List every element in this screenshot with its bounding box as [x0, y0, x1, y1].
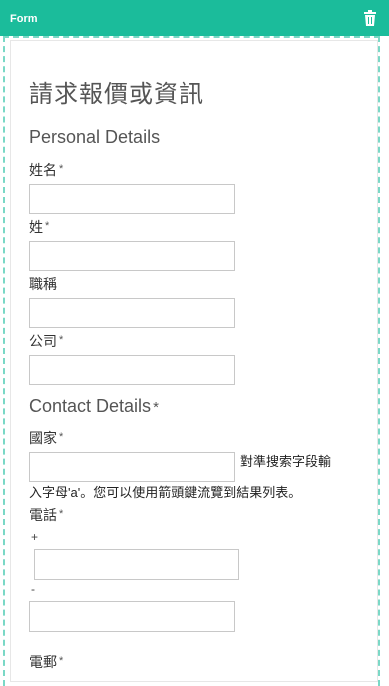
- email-label-text: 電郵: [29, 654, 57, 670]
- required-marker: *: [59, 163, 64, 175]
- section-personal-details: Personal Details: [29, 127, 161, 147]
- last-name-label-text: 姓: [29, 219, 43, 235]
- required-marker: *: [59, 431, 64, 443]
- section-contact-details-text: Contact Details: [29, 396, 152, 416]
- required-marker: *: [45, 220, 50, 232]
- page-title: 請求報價或資訊: [29, 80, 204, 108]
- required-marker: *: [59, 334, 64, 346]
- country-hint-line1: 對準搜索字段輸: [240, 454, 332, 469]
- company-label-text: 公司: [29, 333, 57, 349]
- first-name-input[interactable]: [29, 184, 235, 214]
- phone-country-code-input[interactable]: [34, 549, 239, 580]
- country-label-text: 國家: [29, 430, 57, 446]
- job-title-label-text: 職稱: [29, 276, 57, 292]
- last-name-label: 姓 *: [29, 217, 49, 237]
- required-marker: *: [59, 655, 64, 667]
- email-label: 電郵 *: [29, 652, 63, 672]
- form-header-title: Form: [10, 13, 38, 25]
- phone-plus-sign: +: [31, 530, 39, 544]
- phone-dash-sign: -: [31, 582, 35, 596]
- phone-label-text: 電話: [29, 507, 57, 523]
- country-input[interactable]: [29, 452, 235, 482]
- first-name-label: 姓名 *: [29, 160, 63, 180]
- company-input[interactable]: [29, 355, 235, 385]
- first-name-label-text: 姓名: [29, 162, 57, 178]
- phone-number-input[interactable]: [29, 601, 235, 632]
- trash-icon[interactable]: [363, 10, 377, 26]
- company-label: 公司 *: [29, 331, 63, 351]
- phone-label: 電話 *: [29, 505, 63, 525]
- country-hint-line2: 入字母'a'。您可以使用箭頭鍵流覽到結果列表。: [29, 485, 302, 500]
- section-contact-details: Contact Details *: [29, 396, 159, 417]
- form-header: Form: [0, 0, 389, 36]
- job-title-label: 職稱: [29, 274, 57, 294]
- required-marker: *: [153, 399, 159, 416]
- required-marker: *: [59, 508, 64, 520]
- country-label: 國家 *: [29, 428, 63, 448]
- job-title-input[interactable]: [29, 298, 235, 328]
- last-name-input[interactable]: [29, 241, 235, 271]
